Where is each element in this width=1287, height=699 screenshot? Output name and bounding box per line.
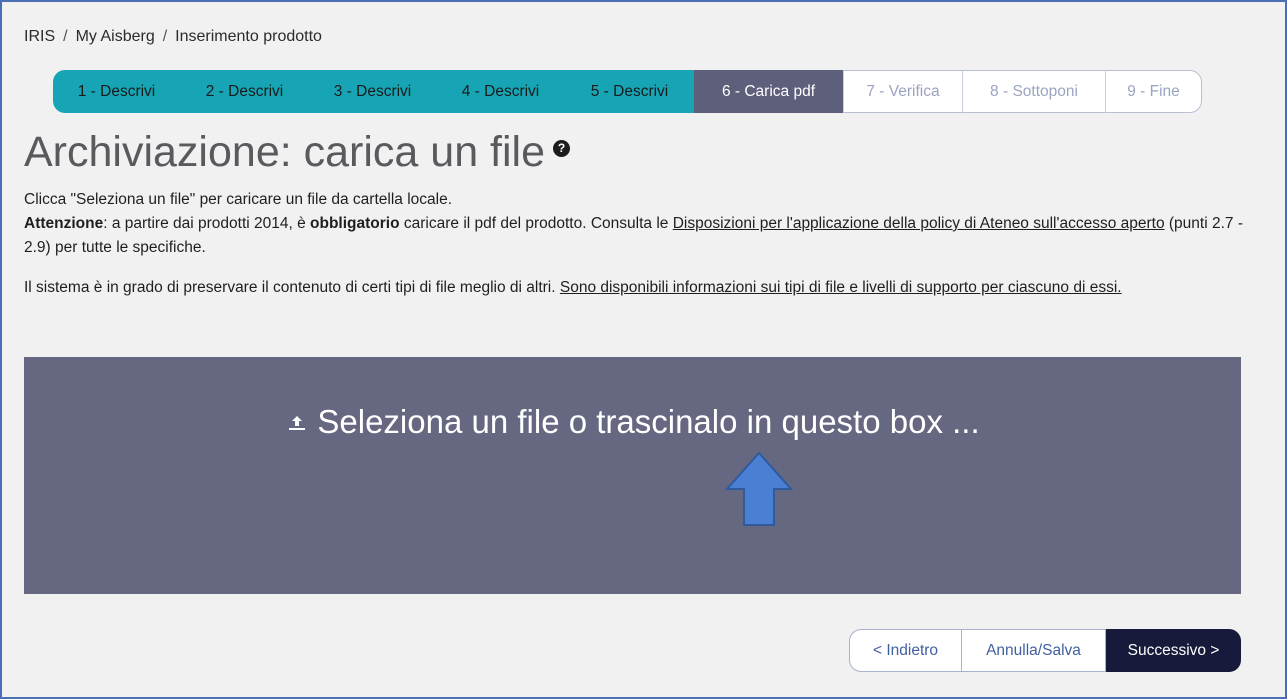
dropzone-text: Seleziona un file o trascinalo in questo… — [317, 403, 980, 440]
breadcrumb-current: Inserimento prodotto — [175, 28, 322, 45]
step-9: 9 - Fine — [1105, 70, 1202, 113]
file-dropzone[interactable]: Seleziona un file o trascinalo in questo… — [24, 357, 1241, 594]
next-button[interactable]: Successivo > — [1106, 629, 1241, 672]
cancel-save-button[interactable]: Annulla/Salva — [961, 629, 1106, 672]
breadcrumb-separator: / — [162, 28, 168, 45]
step-6-current: 6 - Carica pdf — [694, 70, 843, 113]
instructions: Clicca "Seleziona un file" per caricare … — [24, 188, 1254, 300]
step-3[interactable]: 3 - Descrivi — [309, 70, 436, 113]
step-1[interactable]: 1 - Descrivi — [53, 70, 180, 113]
warning-text-2: caricare il pdf del prodotto. Consulta l… — [399, 215, 673, 232]
step-5[interactable]: 5 - Descrivi — [565, 70, 694, 113]
formats-text: Il sistema è in grado di preservare il c… — [24, 279, 560, 296]
instruction-warning: Attenzione: a partire dai prodotti 2014,… — [24, 212, 1254, 260]
step-4[interactable]: 4 - Descrivi — [436, 70, 565, 113]
breadcrumb-my-aisberg[interactable]: My Aisberg — [76, 28, 155, 46]
breadcrumb-separator: / — [63, 28, 68, 45]
step-8: 8 - Sottoponi — [962, 70, 1105, 113]
page-title: Archiviazione: carica un file ? — [24, 128, 571, 177]
formats-link[interactable]: Sono disponibili informazioni sui tipi d… — [560, 279, 1122, 296]
warning-bold: obbligatorio — [310, 215, 400, 232]
instruction-line-1: Clicca "Seleziona un file" per caricare … — [24, 191, 452, 208]
progress-steps: 1 - Descrivi 2 - Descrivi 3 - Descrivi 4… — [53, 70, 1202, 113]
page-title-text: Archiviazione: carica un file — [24, 128, 546, 176]
back-button[interactable]: < Indietro — [849, 629, 961, 672]
arrow-up-icon — [724, 451, 794, 526]
step-2[interactable]: 2 - Descrivi — [180, 70, 309, 113]
policy-link[interactable]: Disposizioni per l'applicazione della po… — [673, 215, 1165, 232]
app-frame: IRIS / My Aisberg / Inserimento prodotto… — [0, 0, 1287, 699]
formats-info: Il sistema è in grado di preservare il c… — [24, 276, 1254, 300]
dropzone-label[interactable]: Seleziona un file o trascinalo in questo… — [24, 403, 1241, 441]
breadcrumb: IRIS / My Aisberg / Inserimento prodotto — [24, 28, 322, 46]
wizard-navigation: < Indietro Annulla/Salva Successivo > — [849, 629, 1241, 672]
breadcrumb-iris[interactable]: IRIS — [24, 28, 55, 46]
warning-text-1: : a partire dai prodotti 2014, è — [103, 215, 311, 232]
warning-label: Attenzione — [24, 215, 104, 232]
upload-icon — [289, 416, 306, 430]
question-circle-icon[interactable]: ? — [553, 140, 571, 157]
step-7: 7 - Verifica — [843, 70, 962, 113]
